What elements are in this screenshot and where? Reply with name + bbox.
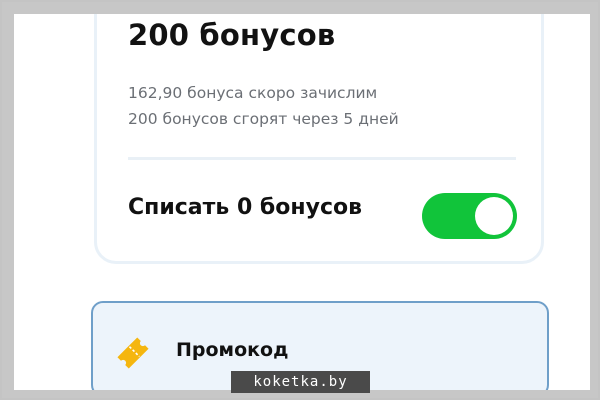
promo-code-label: Промокод xyxy=(176,339,289,361)
ticket-icon xyxy=(117,337,149,369)
pending-bonus-text: 162,90 бонуса скоро зачислим xyxy=(128,84,378,102)
screenshot-frame: 200 бонусов 162,90 бонуса скоро зачислим… xyxy=(0,0,600,400)
expiring-bonus-text: 200 бонусов сгорят через 5 дней xyxy=(128,110,399,128)
spend-bonus-label: Списать 0 бонусов xyxy=(128,195,363,220)
app-screen: 200 бонусов 162,90 бонуса скоро зачислим… xyxy=(14,14,590,390)
divider xyxy=(128,157,516,160)
bonus-balance-title: 200 бонусов xyxy=(128,18,336,52)
watermark: koketka.by xyxy=(231,371,370,393)
toggle-knob xyxy=(475,197,513,235)
spend-bonus-toggle[interactable] xyxy=(422,193,517,239)
bonus-card: 200 бонусов 162,90 бонуса скоро зачислим… xyxy=(94,14,544,264)
